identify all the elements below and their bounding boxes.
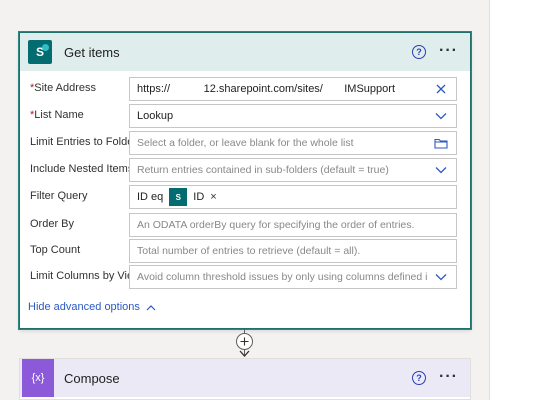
arrow-down-icon xyxy=(239,350,250,357)
top-count-label: Top Count xyxy=(30,244,81,256)
right-panel xyxy=(489,0,553,400)
limit-columns-select[interactable]: Avoid column threshold issues by only us… xyxy=(129,265,457,289)
site-address-label: *Site Address xyxy=(30,82,97,94)
help-icon[interactable]: ? xyxy=(412,45,426,59)
chevron-down-icon[interactable] xyxy=(434,109,448,123)
top-count-input[interactable]: Total number of entries to retrieve (def… xyxy=(129,239,457,263)
limit-columns-row: Limit Columns by View Avoid column thres… xyxy=(30,265,460,289)
plus-icon xyxy=(240,337,249,346)
limit-columns-label: Limit Columns by View xyxy=(30,270,142,282)
site-address-input[interactable]: https:// 12.sharepoint.com/sites/ IMSupp… xyxy=(129,77,457,101)
limit-folder-row: Limit Entries to Folder Select a folder,… xyxy=(30,131,460,155)
order-by-row: Order By An ODATA orderBy query for spec… xyxy=(30,213,460,237)
compose-header[interactable]: {x} Compose ? ··· xyxy=(20,359,470,397)
get-items-card: S Get items ? ··· *Site Address https://… xyxy=(19,32,471,329)
token-remove-icon[interactable]: × xyxy=(210,191,216,203)
nested-items-label: Include Nested Items xyxy=(30,163,134,175)
chevron-up-icon xyxy=(146,304,156,310)
chevron-down-icon[interactable] xyxy=(434,163,448,177)
add-step-button[interactable] xyxy=(236,333,253,350)
filter-query-label: Filter Query xyxy=(30,190,88,202)
limit-folder-input[interactable]: Select a folder, or leave blank for the … xyxy=(129,131,457,155)
more-options-icon[interactable]: ··· xyxy=(439,368,458,386)
sharepoint-icon: S xyxy=(169,188,188,206)
card-title: Get items xyxy=(64,44,120,60)
clear-icon[interactable] xyxy=(434,82,448,96)
folder-icon[interactable] xyxy=(434,136,448,150)
nested-items-row: Include Nested Items Return entries cont… xyxy=(30,158,460,182)
compose-title: Compose xyxy=(64,370,120,386)
get-items-header[interactable]: S Get items ? ··· xyxy=(20,33,470,71)
chevron-down-icon[interactable] xyxy=(434,270,448,284)
limit-folder-label: Limit Entries to Folder xyxy=(30,136,137,148)
dynamic-content-token[interactable]: S ID × xyxy=(169,188,217,206)
top-count-row: Top Count Total number of entries to ret… xyxy=(30,239,460,263)
filter-query-row: Filter Query ID eq S ID × xyxy=(30,185,460,209)
filter-query-input[interactable]: ID eq S ID × xyxy=(129,185,457,209)
site-address-row: *Site Address https:// 12.sharepoint.com… xyxy=(30,77,460,101)
more-options-icon[interactable]: ··· xyxy=(439,42,458,60)
list-name-label: *List Name xyxy=(30,109,84,121)
compose-icon: {x} xyxy=(22,359,54,397)
order-by-input[interactable]: An ODATA orderBy query for specifying th… xyxy=(129,213,457,237)
hide-advanced-options-link[interactable]: Hide advanced options xyxy=(28,301,156,313)
list-name-row: *List Name Lookup xyxy=(30,104,460,128)
compose-card: {x} Compose ? ··· xyxy=(19,358,471,400)
nested-items-select[interactable]: Return entries contained in sub-folders … xyxy=(129,158,457,182)
sharepoint-icon: S xyxy=(28,40,52,64)
help-icon[interactable]: ? xyxy=(412,371,426,385)
token-label: ID xyxy=(193,191,205,203)
list-name-select[interactable]: Lookup xyxy=(129,104,457,128)
order-by-label: Order By xyxy=(30,218,75,230)
